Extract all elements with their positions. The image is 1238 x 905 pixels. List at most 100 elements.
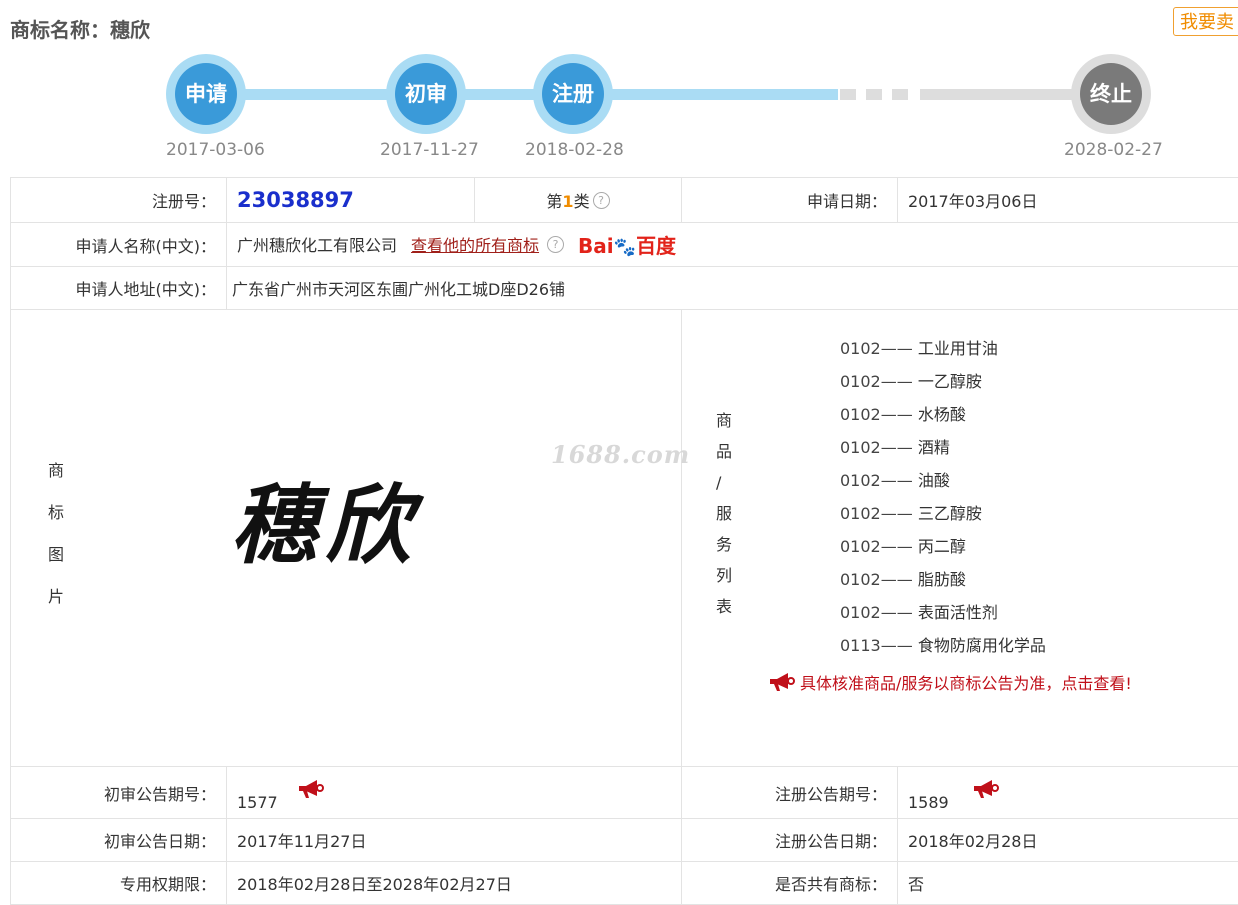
list-item: 0102—— 表面活性剂 <box>840 601 1046 634</box>
label-char: 图 <box>46 534 66 576</box>
address-value: 广东省广州市天河区东圃广州化工城D座D26铺 <box>227 267 1238 310</box>
list-item: 0102—— 一乙醇胺 <box>840 370 1046 403</box>
goods-code: 0102—— <box>840 403 913 426</box>
applicant-name: 广州穗欣化工有限公司 <box>237 236 397 255</box>
list-item: 0102—— 三乙醇胺 <box>840 502 1046 535</box>
baidu-search-logo[interactable]: Bai🐾百度 <box>578 230 676 259</box>
goods-notice-link[interactable]: 具体核准商品/服务以商标公告为准，点击查看! <box>768 670 1132 694</box>
shared-trademark-label: 是否共有商标： <box>682 862 898 905</box>
exclusive-period-label: 专用权期限： <box>11 862 227 905</box>
goods-name: 一乙醇胺 <box>918 372 982 391</box>
list-item: 0102—— 脂肪酸 <box>840 568 1046 601</box>
goods-name: 工业用甘油 <box>918 339 998 358</box>
megaphone-icon[interactable] <box>297 779 325 799</box>
label-char: 务 <box>716 529 736 560</box>
mark-image-label: 商 标 图 片 <box>46 450 66 618</box>
goods-cell: 商 品 / 服 务 列 表 0102—— 工业用甘油 0102—— 一乙醇胺 0… <box>682 310 1238 767</box>
timeline-dash <box>840 89 856 100</box>
view-all-trademarks-link[interactable]: 查看他的所有商标 <box>411 236 539 255</box>
list-item: 0102—— 水杨酸 <box>840 403 1046 436</box>
label-char: 表 <box>716 591 736 622</box>
label-char: / <box>716 467 736 498</box>
goods-code: 0102—— <box>840 601 913 624</box>
prelim-no-value: 1577 <box>237 793 278 812</box>
applicant-cell: 广州穗欣化工有限公司查看他的所有商标? Bai🐾百度 <box>227 223 1238 267</box>
goods-code: 0102—— <box>840 469 913 492</box>
baidu-paw-icon: 🐾 <box>614 237 636 258</box>
goods-name: 丙二醇 <box>918 537 966 556</box>
help-icon[interactable]: ? <box>547 236 564 253</box>
goods-name: 脂肪酸 <box>918 570 966 589</box>
timeline-step-prelim: 初审 <box>386 54 466 134</box>
class-prefix: 第 <box>546 192 562 211</box>
class-cell: 第1类? <box>475 178 682 223</box>
goods-label: 商 品 / 服 务 列 表 <box>716 405 736 622</box>
page-title: 商标名称：穗欣 <box>10 14 150 43</box>
timeline-date: 2017-03-06 <box>166 140 265 160</box>
help-icon[interactable]: ? <box>593 192 610 209</box>
label-char: 服 <box>716 498 736 529</box>
sell-button[interactable]: 我要卖 <box>1173 7 1238 36</box>
exclusive-period-value: 2018年02月28日至2028年02月27日 <box>227 862 682 905</box>
goods-name: 水杨酸 <box>918 405 966 424</box>
goods-code: 0102—— <box>840 502 913 525</box>
prelim-date-label: 初审公告日期： <box>11 819 227 862</box>
timeline-dash <box>866 89 882 100</box>
list-item: 0102—— 酒精 <box>840 436 1046 469</box>
timeline-date: 2028-02-27 <box>1064 140 1163 160</box>
goods-name: 三乙醇胺 <box>918 504 982 523</box>
reg-no-value: 23038897 <box>237 188 354 212</box>
apply-date-label: 申请日期： <box>682 178 898 223</box>
goods-code: 0102—— <box>840 568 913 591</box>
class-suffix: 类 <box>574 192 590 211</box>
goods-code: 0113—— <box>840 634 913 657</box>
label-char: 品 <box>716 436 736 467</box>
goods-name: 表面活性剂 <box>918 603 998 622</box>
prelim-no-cell: 1577 <box>227 767 682 819</box>
reg-notice-no-cell: 1589 <box>898 767 1238 819</box>
step-label: 初审 <box>395 63 457 125</box>
label-char: 标 <box>46 492 66 534</box>
list-item: 0102—— 工业用甘油 <box>840 337 1046 370</box>
apply-date-value: 2017年03月06日 <box>898 178 1238 223</box>
baidu-logo-text: 百度 <box>636 234 676 258</box>
reg-notice-no-label: 注册公告期号： <box>682 767 898 819</box>
prelim-date-value: 2017年11月27日 <box>227 819 682 862</box>
goods-name: 食物防腐用化学品 <box>918 636 1046 655</box>
reg-notice-date-value: 2018年02月28日 <box>898 819 1238 862</box>
megaphone-icon <box>768 672 796 692</box>
label-char: 商 <box>46 450 66 492</box>
mark-image-cell: 商 标 图 片 穗欣 1688.com <box>11 310 682 767</box>
timeline-step-terminate: 终止 <box>1071 54 1151 134</box>
shared-trademark-value: 否 <box>898 862 1238 905</box>
reg-no-label: 注册号： <box>11 178 227 223</box>
goods-list: 0102—— 工业用甘油 0102—— 一乙醇胺 0102—— 水杨酸 0102… <box>840 337 1046 667</box>
class-number: 1 <box>562 192 573 211</box>
label-char: 列 <box>716 560 736 591</box>
timeline-date: 2018-02-28 <box>525 140 624 160</box>
timeline-date: 2017-11-27 <box>380 140 479 160</box>
timeline-step-apply: 申请 <box>166 54 246 134</box>
goods-code: 0102—— <box>840 436 913 459</box>
trademark-image: 穗欣 <box>231 455 419 580</box>
timeline-progress-bar <box>205 89 838 100</box>
goods-name: 油酸 <box>918 471 950 490</box>
step-label: 注册 <box>542 63 604 125</box>
step-label: 申请 <box>175 63 237 125</box>
goods-code: 0102—— <box>840 370 913 393</box>
reg-no-cell: 23038897 <box>227 178 475 223</box>
list-item: 0102—— 油酸 <box>840 469 1046 502</box>
reg-notice-date-label: 注册公告日期： <box>682 819 898 862</box>
goods-code: 0102—— <box>840 535 913 558</box>
list-item: 0102—— 丙二醇 <box>840 535 1046 568</box>
baidu-logo-text: Bai <box>578 234 614 258</box>
goods-code: 0102—— <box>840 337 913 360</box>
address-label: 申请人地址(中文)： <box>11 267 227 310</box>
label-char: 片 <box>46 576 66 618</box>
label-char: 商 <box>716 405 736 436</box>
timeline-step-register: 注册 <box>533 54 613 134</box>
goods-name: 酒精 <box>918 438 950 457</box>
megaphone-icon[interactable] <box>972 779 1000 799</box>
reg-notice-no-value: 1589 <box>908 793 949 812</box>
step-label: 终止 <box>1080 63 1142 125</box>
